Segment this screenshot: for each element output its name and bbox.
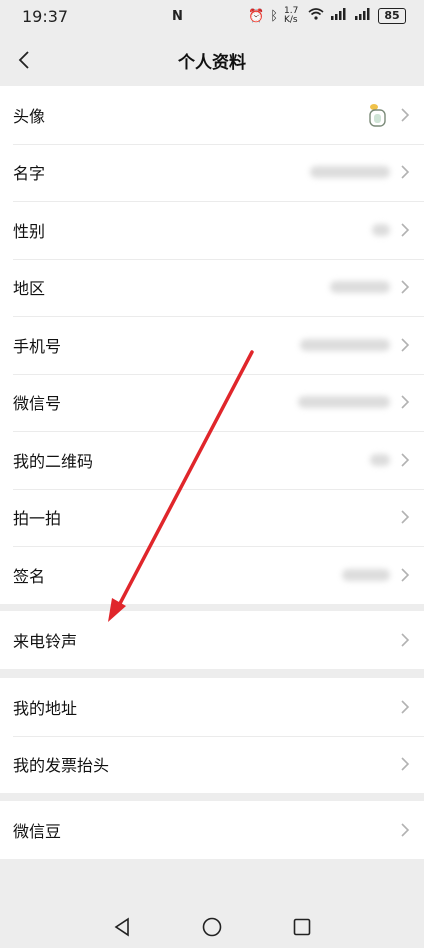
square-recent-icon [293, 918, 311, 935]
row-label: 拍一拍 [13, 509, 62, 529]
profile-group: 头像 名字 性别 地区 手机号 微信号 我的二维码 拍一拍 签名 [0, 86, 424, 604]
row-signature[interactable]: 签名 [0, 546, 424, 604]
signal-icon-2 [354, 8, 372, 24]
row-label: 名字 [13, 164, 46, 184]
row-invoice-title[interactable]: 我的发票抬头 [0, 735, 424, 794]
row-phone[interactable]: 手机号 [0, 316, 424, 374]
chevron-right-icon [401, 568, 410, 582]
row-wechat-beans[interactable]: 微信豆 [0, 801, 424, 859]
wifi-icon [308, 8, 324, 24]
system-home-button[interactable] [197, 912, 227, 942]
blurred-value [372, 223, 390, 236]
row-label: 我的地址 [13, 698, 78, 718]
blurred-value [298, 396, 390, 409]
system-nav-bar [0, 905, 424, 948]
row-label: 我的二维码 [13, 451, 94, 471]
ringtone-group: 来电铃声 [0, 611, 424, 669]
battery-icon: 85 [378, 8, 406, 24]
nfc-icon: N [172, 8, 183, 24]
row-label: 性别 [13, 221, 46, 241]
avatar [369, 103, 386, 127]
chevron-left-icon [18, 51, 29, 69]
row-my-address[interactable]: 我的地址 [0, 678, 424, 736]
chevron-right-icon [401, 280, 410, 294]
blurred-value [370, 453, 390, 466]
blurred-value [310, 166, 390, 179]
page-title: 个人资料 [178, 52, 246, 73]
chevron-right-icon [401, 395, 410, 409]
row-label: 签名 [13, 566, 46, 586]
chevron-right-icon [401, 757, 410, 771]
status-time: 19:37 [22, 6, 69, 26]
blurred-value [342, 568, 390, 581]
row-avatar[interactable]: 头像 [0, 86, 424, 144]
system-back-button[interactable] [107, 912, 137, 942]
blurred-value [330, 281, 390, 294]
row-label: 头像 [13, 106, 46, 126]
row-label: 微信豆 [13, 821, 62, 841]
network-speed: 1.7 K/s [284, 6, 299, 25]
row-pat[interactable]: 拍一拍 [0, 488, 424, 547]
row-name[interactable]: 名字 [0, 143, 424, 202]
bluetooth-icon: ᛒ [270, 8, 278, 24]
nav-bar: 个人资料 [0, 34, 424, 86]
circle-home-icon [202, 917, 222, 936]
chevron-right-icon [401, 108, 410, 122]
row-label: 我的发票抬头 [13, 756, 110, 776]
blurred-value [300, 338, 390, 351]
row-region[interactable]: 地区 [0, 258, 424, 317]
row-ringtone[interactable]: 来电铃声 [0, 611, 424, 669]
chevron-right-icon [401, 823, 410, 837]
row-label: 微信号 [13, 394, 62, 414]
chevron-right-icon [401, 633, 410, 647]
row-label: 地区 [13, 279, 46, 299]
triangle-back-icon [114, 917, 129, 936]
row-label: 手机号 [13, 336, 62, 356]
chevron-right-icon [401, 338, 410, 352]
chevron-right-icon [401, 165, 410, 179]
row-gender[interactable]: 性别 [0, 201, 424, 259]
row-label: 来电铃声 [13, 631, 78, 651]
address-group: 我的地址 我的发票抬头 [0, 678, 424, 793]
alarm-icon: ⏰ [248, 8, 265, 24]
beans-group: 微信豆 [0, 801, 424, 859]
chevron-right-icon [401, 223, 410, 237]
signal-icon-1 [330, 8, 348, 24]
row-qr-code[interactable]: 我的二维码 [0, 431, 424, 489]
system-recent-button[interactable] [287, 912, 317, 942]
chevron-right-icon [401, 510, 410, 524]
chevron-right-icon [401, 453, 410, 467]
back-button[interactable] [6, 42, 42, 78]
row-wechat-id[interactable]: 微信号 [0, 373, 424, 432]
status-bar: 19:37 N ⏰ ᛒ 1.7 K/s 85 [0, 0, 424, 32]
chevron-right-icon [401, 700, 410, 714]
status-indicators: ⏰ ᛒ 1.7 K/s 85 [248, 7, 406, 25]
